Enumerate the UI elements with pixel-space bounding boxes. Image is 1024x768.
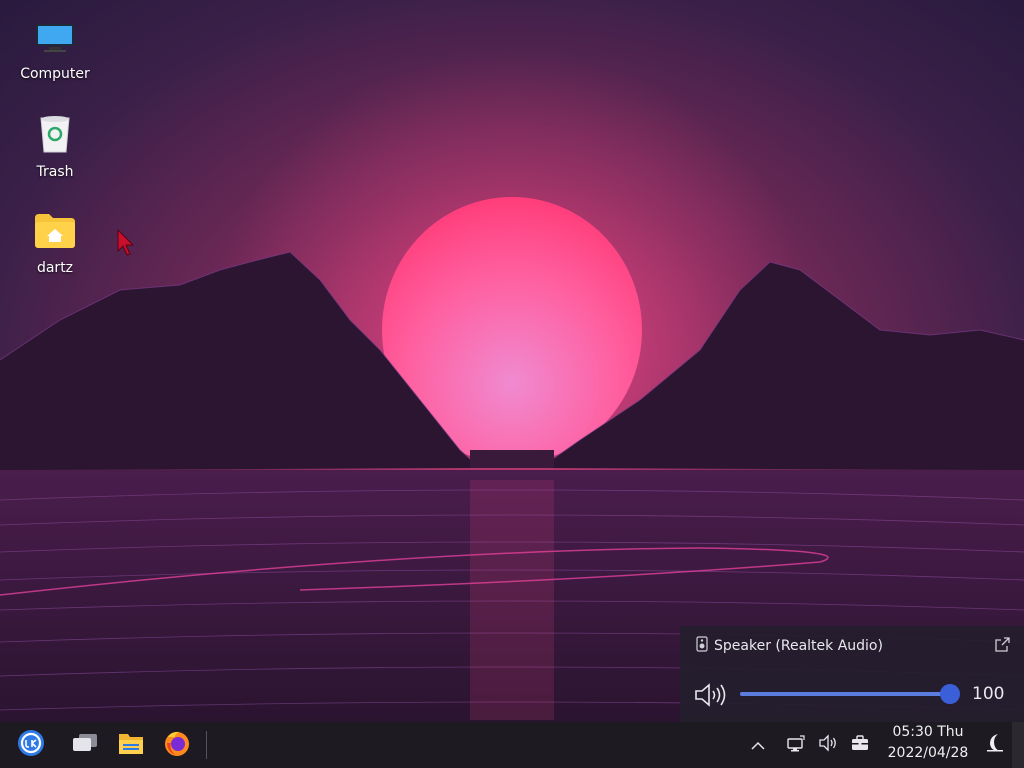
show-hidden-icons-button[interactable] [746,722,770,768]
desktop-wallpaper [0,0,1024,722]
volume-popup: Speaker (Realtek Audio) 100 [680,626,1024,722]
speaker-device-icon [696,636,708,656]
firefox-icon [163,729,191,761]
file-manager-icon [117,730,145,760]
chevron-up-icon [750,736,766,755]
network-icon [786,734,806,756]
trash-icon [35,114,75,158]
taskbar-separator [206,731,207,759]
toolbox-icon [850,734,870,756]
volume-icon [818,734,838,756]
network-button[interactable] [784,722,808,768]
home-folder-icon [33,210,77,254]
show-desktop-button[interactable] [1012,722,1024,768]
start-menu-button[interactable] [14,722,48,768]
file-manager-button[interactable] [114,722,148,768]
start-menu-icon [17,729,45,761]
volume-button[interactable] [816,722,840,768]
desktop-icon-label: Computer [20,66,90,82]
volume-slider-fill [740,692,950,696]
clock-date: 2022/04/28 [887,745,969,761]
mute-toggle-icon[interactable] [694,682,728,712]
firefox-button[interactable] [160,722,194,768]
volume-slider-handle[interactable] [940,684,960,704]
desktop-icon-label: dartz [36,260,74,276]
multitasking-view-icon [71,732,99,758]
desktop-icon-label: Trash [36,164,74,180]
volume-value: 100 [972,684,1005,704]
open-external-settings-icon[interactable] [994,637,1010,657]
mouse-cursor-icon [117,229,135,256]
clock-time: 05:30 Thu [892,724,964,740]
volume-slider[interactable] [740,684,960,704]
moon-icon [984,732,1006,758]
desktop-icon-home-folder[interactable]: dartz [12,210,98,276]
monitor-icon [34,20,76,60]
multitasking-view-button[interactable] [68,722,102,768]
desktop-icon-trash[interactable]: Trash [12,114,98,180]
night-mode-button[interactable] [982,722,1008,768]
toolbox-button[interactable] [848,722,872,768]
output-device-label: Speaker (Realtek Audio) [714,638,883,654]
desktop-icon-computer[interactable]: Computer [12,20,98,82]
clock[interactable]: 05:30 Thu 2022/04/28 [884,722,972,768]
taskbar: 05:30 Thu 2022/04/28 [0,722,1024,768]
output-device-header: Speaker (Realtek Audio) [696,636,883,656]
